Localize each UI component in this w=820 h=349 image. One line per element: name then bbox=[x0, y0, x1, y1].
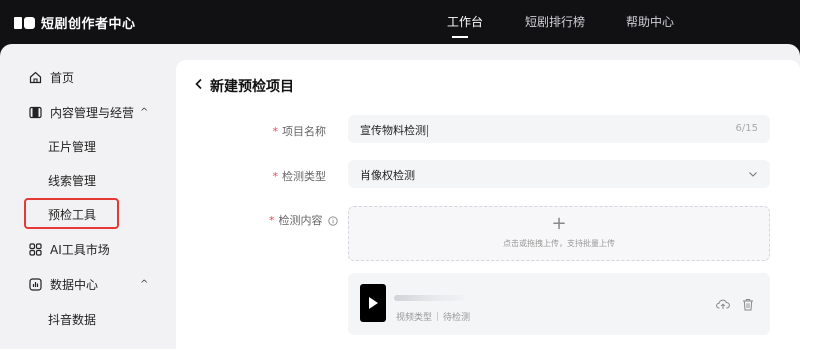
logo-text: 短剧创作者中心 bbox=[41, 17, 136, 32]
project-name-input[interactable]: 宣传物料检测 bbox=[360, 122, 428, 138]
file-status: 待检测 bbox=[443, 313, 471, 323]
file-meta: 视频类型 待检测 bbox=[396, 310, 470, 323]
sidebar-item-home[interactable]: 首页 bbox=[28, 67, 74, 87]
play-icon bbox=[369, 297, 378, 309]
sidebar-item-content-management[interactable]: 内容管理与经营 bbox=[28, 102, 134, 122]
required-mark: * bbox=[272, 125, 279, 138]
grid-icon bbox=[28, 242, 42, 256]
required-mark: * bbox=[269, 214, 275, 227]
chevron-up-icon[interactable]: ^ bbox=[140, 279, 148, 290]
project-name-field[interactable]: 宣传物料检测 6/15 bbox=[348, 115, 770, 143]
nav-help-center[interactable]: 帮助中心 bbox=[626, 13, 674, 30]
video-thumbnail[interactable] bbox=[360, 284, 386, 322]
file-type-label: 视频类型 bbox=[396, 313, 433, 323]
upload-dropzone[interactable]: + 点击或拖拽上传，支持批量上传 bbox=[348, 206, 770, 261]
detection-type-select[interactable]: 肖像权检测 bbox=[348, 160, 770, 188]
sidebar-item-episodes[interactable]: 正片管理 bbox=[48, 136, 96, 156]
sidebar-item-label: 内容管理与经营 bbox=[50, 105, 135, 120]
logo[interactable]: 短剧创作者中心 bbox=[14, 13, 136, 32]
sidebar-item-label: 数据中心 bbox=[50, 277, 99, 292]
required-mark: * bbox=[272, 170, 279, 183]
page-title: 新建预检项目 bbox=[194, 76, 294, 96]
nav-active-indicator bbox=[452, 36, 468, 38]
detection-content-label: * 检测内容 bbox=[0, 212, 338, 229]
divider bbox=[437, 312, 439, 321]
char-counter: 6/15 bbox=[735, 123, 758, 134]
nav-workbench[interactable]: 工作台 bbox=[447, 13, 483, 30]
chevron-up-icon[interactable]: ^ bbox=[140, 107, 148, 118]
detection-type-label: * 检测类型 bbox=[272, 170, 327, 183]
chevron-down-icon bbox=[748, 168, 758, 182]
sidebar-item-label: AI工具市场 bbox=[50, 242, 110, 257]
chart-icon bbox=[28, 277, 42, 291]
sidebar-item-label: 首页 bbox=[50, 70, 75, 85]
top-bar: 短剧创作者中心 工作台 短剧排行榜 帮助中心 bbox=[0, 0, 800, 44]
sidebar-item-ai-tools[interactable]: AI工具市场 bbox=[28, 239, 110, 259]
upload-hint: 点击或拖拽上传，支持批量上传 bbox=[503, 239, 615, 248]
chevron-left-icon[interactable] bbox=[194, 78, 204, 94]
text-caret bbox=[427, 125, 428, 137]
detection-type-value: 肖像权检测 bbox=[360, 169, 415, 182]
page-title-text: 新建预检项目 bbox=[210, 79, 294, 95]
sidebar-item-data-center[interactable]: 数据中心 bbox=[28, 274, 98, 294]
logo-mark-icon bbox=[14, 16, 35, 29]
sidebar-item-label: 抖音数据 bbox=[48, 312, 97, 327]
plus-icon: + bbox=[551, 213, 567, 234]
home-icon bbox=[28, 70, 42, 84]
trash-icon[interactable] bbox=[741, 297, 755, 311]
uploaded-file-card: 视频类型 待检测 bbox=[348, 273, 770, 335]
sidebar-item-douyin-data[interactable]: 抖音数据 bbox=[48, 309, 96, 329]
nav-ranking[interactable]: 短剧排行榜 bbox=[525, 13, 585, 30]
file-name-blurred bbox=[394, 295, 464, 301]
film-icon bbox=[28, 105, 42, 119]
sidebar-item-label: 正片管理 bbox=[48, 139, 97, 154]
cloud-upload-icon[interactable] bbox=[716, 297, 730, 311]
info-icon[interactable] bbox=[328, 216, 338, 229]
project-name-label: * 项目名称 bbox=[272, 125, 327, 138]
